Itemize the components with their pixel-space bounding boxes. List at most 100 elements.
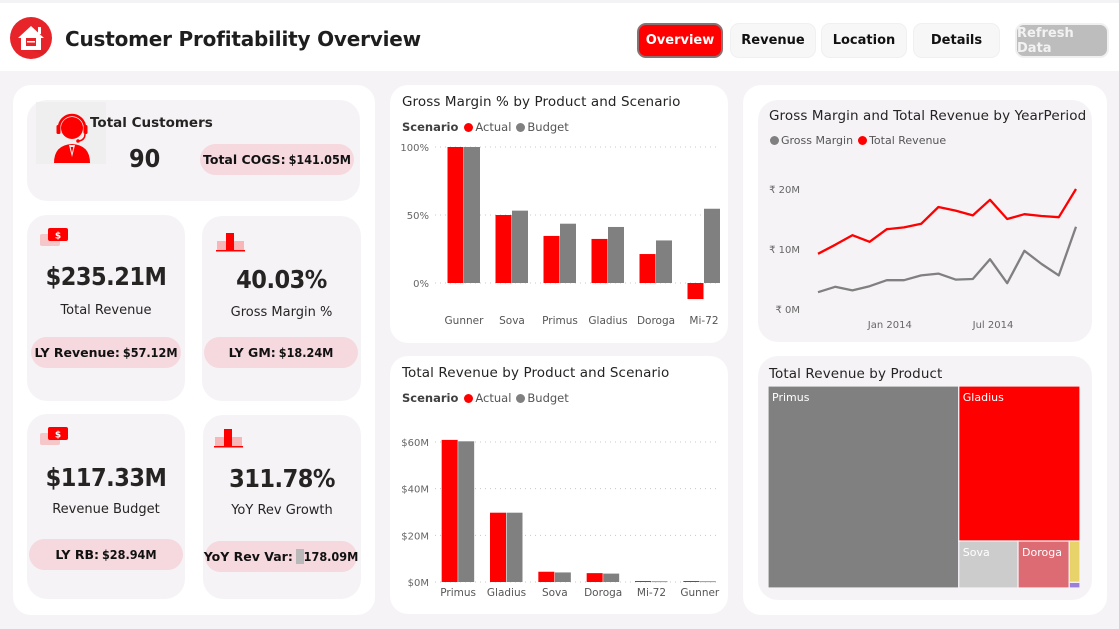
- header-bar: Customer Profitability Overview Overview…: [0, 0, 1119, 71]
- treemap-card: Total Revenue by Product Primus Gladius So…: [758, 356, 1092, 600]
- bar-actual-gunner: [683, 581, 700, 582]
- yoy-growth-card: 311.78% YoY Rev Growth YoY Rev Var: $178.…: [203, 415, 361, 599]
- home-icon[interactable]: [10, 17, 52, 59]
- bar-budget-sova: [512, 210, 528, 283]
- line-chart-card: Gross Margin and Total Revenue by YearPe…: [758, 100, 1092, 342]
- total-customers-label: Total Customers: [90, 115, 213, 131]
- bar-budget-gladius: [608, 226, 624, 283]
- yoy-rev-var-pill: YoY Rev Var: $178.09M: [203, 541, 359, 572]
- total-customers-value: 90: [129, 144, 161, 173]
- total-cogs-label: Total COGS:: [203, 152, 286, 167]
- y-tick-label: $0M: [408, 578, 429, 589]
- x-tick-label: Primus: [440, 587, 476, 599]
- money-icon: $: [35, 422, 71, 452]
- y-tick-label: $20M: [401, 531, 429, 542]
- tab-details[interactable]: Details: [913, 23, 1000, 58]
- gross-margin-card: 40.03% Gross Margin % LY GM: $18.24M: [202, 216, 361, 401]
- bar-budget-gladius: [506, 512, 523, 582]
- bar-budget-primus: [458, 441, 475, 582]
- yoy-growth-label: YoY Rev Growth: [231, 503, 333, 518]
- ly-gm-label: LY GM:: [228, 345, 276, 360]
- bar-budget-primus: [560, 223, 576, 283]
- bar-budget-doroga: [603, 573, 620, 582]
- y-tick-label: ₹ 20M: [769, 185, 800, 196]
- total-cogs-value: $141.05M: [288, 152, 351, 167]
- yoy-rev-var-label: YoY Rev Var:: [203, 549, 293, 564]
- ly-revenue-label: LY Revenue:: [34, 345, 120, 360]
- x-tick-label: Jan 2014: [867, 320, 912, 331]
- x-tick-label: Doroga: [584, 587, 622, 599]
- revenue-budget-value: $117.33M: [45, 463, 167, 492]
- x-tick-label: Gunner: [445, 315, 485, 327]
- svg-text:$: $: [55, 232, 61, 242]
- line-chart-plot: ₹ 0M ₹ 10M ₹ 20M Jan 2014 Jul 2014: [769, 185, 1078, 331]
- svg-text:$: $: [55, 431, 61, 441]
- y-tick-label: 100%: [400, 143, 429, 154]
- customers-card: Total Customers 90 Total COGS: $141.05M: [27, 100, 360, 201]
- x-tick-label: Doroga: [637, 315, 675, 327]
- treemap-label: Doroga: [1022, 546, 1062, 559]
- y-tick-label: $60M: [401, 438, 429, 449]
- y-tick-label: $40M: [401, 485, 429, 496]
- bar-actual-gladius: [591, 238, 608, 283]
- total-revenue-value: $235.21M: [45, 262, 167, 291]
- x-tick-label: Gladius: [487, 587, 526, 599]
- revenue-by-product-chart: Total Revenue by Product and Scenario Sc…: [390, 356, 728, 614]
- bar-actual-doroga: [586, 573, 603, 582]
- ly-revenue-pill: LY Revenue: $57.12M: [31, 337, 181, 368]
- page-title: Customer Profitability Overview: [65, 27, 421, 51]
- bar-actual-sova: [538, 571, 555, 582]
- total-revenue-label: Total Revenue: [60, 303, 152, 318]
- x-tick-label: Primus: [542, 315, 578, 327]
- tab-overview[interactable]: Overview: [637, 23, 723, 58]
- bar-chart-icon: [210, 224, 250, 256]
- treemap-plot: Primus Gladius Sova Doroga: [767, 385, 1081, 589]
- refresh-data-button[interactable]: Refresh Data: [1015, 23, 1109, 58]
- bar-actual-gunner: [447, 147, 464, 283]
- money-icon: $: [35, 223, 71, 253]
- kpi-panel: Total Customers 90 Total COGS: $141.05M $…: [13, 85, 375, 615]
- y-tick-label: ₹ 10M: [769, 245, 800, 256]
- yoy-rev-var-prefix: $: [295, 549, 304, 564]
- treemap-tile-mi-72: [1068, 540, 1081, 583]
- x-tick-label: Jul 2014: [972, 320, 1014, 331]
- ly-gm-value: $18.24M: [278, 345, 334, 360]
- customer-support-icon: [36, 102, 106, 164]
- treemap-label: Primus: [772, 391, 810, 404]
- bar-actual-gladius: [490, 512, 506, 582]
- treemap-label: Gladius: [963, 391, 1004, 404]
- ly-rb-value: $28.94M: [101, 547, 157, 562]
- x-tick-label: Sova: [542, 587, 568, 599]
- x-tick-label: Gladius: [588, 315, 627, 327]
- gross-margin-label: Gross Margin %: [230, 305, 333, 320]
- x-tick-label: Sova: [499, 315, 525, 327]
- treemap-label: Sova: [963, 546, 990, 559]
- bar-budget-mi-72: [651, 581, 668, 583]
- tab-revenue[interactable]: Revenue: [730, 23, 816, 58]
- treemap-tile-gunner: [1068, 581, 1081, 589]
- bar-chart-icon: [208, 420, 248, 452]
- treemap-tile-gladius: [958, 385, 1081, 542]
- bar-actual-mi-72: [687, 283, 704, 300]
- revenue-budget-card: $ $117.33M Revenue Budget LY RB: $28.94M: [27, 414, 185, 599]
- total-revenue-card: $ $235.21M Total Revenue LY Revenue: $57.…: [27, 215, 185, 401]
- total-cogs-pill: Total COGS: $141.05M: [200, 144, 354, 175]
- yoy-growth-value: 311.78%: [229, 464, 335, 493]
- bar-budget-gunner: [699, 581, 716, 583]
- x-tick-label: Mi-72: [689, 315, 718, 327]
- bar-budget-sova: [554, 572, 571, 582]
- gm-chart-plot: 0% 50% 100% Gunner Sova Primus Gladius Doroga Mi…: [400, 143, 720, 327]
- trend-panel: Gross Margin and Total Revenue by YearPe…: [743, 85, 1107, 615]
- bar-actual-mi-72: [635, 581, 651, 582]
- bar-actual-primus: [441, 439, 458, 582]
- yoy-rev-var-value: 178.09M: [303, 549, 359, 564]
- y-tick-label: ₹ 0M: [775, 305, 800, 316]
- revenue-budget-label: Revenue Budget: [52, 502, 160, 517]
- bar-actual-primus: [543, 235, 560, 283]
- bar-budget-mi-72: [704, 208, 720, 283]
- treemap-tile-primus: [767, 385, 960, 589]
- gm-by-product-chart: Gross Margin % by Product and Scenario S…: [390, 85, 728, 343]
- tab-location[interactable]: Location: [821, 23, 907, 58]
- ly-rb-label: LY RB:: [55, 547, 99, 562]
- x-tick-label: Gunner: [680, 587, 720, 599]
